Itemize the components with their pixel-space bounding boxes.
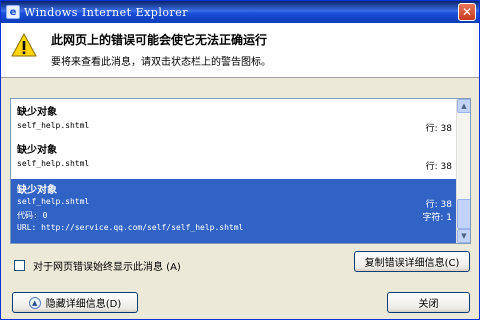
error-char: 字符: 1: [422, 213, 452, 223]
dialog-heading: 此网页上的错误可能会使它无法正确运行: [51, 33, 268, 47]
copy-details-button[interactable]: 复制错误详细信息(C): [354, 251, 470, 272]
error-file: self_help.shtml: [17, 159, 90, 168]
close-label: 关闭: [418, 299, 439, 310]
ie-icon: e: [6, 5, 20, 19]
hide-details-button[interactable]: ▲ 隐藏详细信息(D): [12, 292, 138, 313]
scroll-up-icon[interactable]: ▲: [457, 99, 470, 113]
title-bar[interactable]: e Windows Internet Explorer ✕: [1, 1, 479, 23]
dialog-header: 此网页上的错误可能会使它无法正确运行 要将来查看此消息，请双击状态栏上的警告图标…: [1, 23, 479, 77]
close-icon: ✕: [461, 5, 473, 19]
error-item[interactable]: 缺少对象 self_help.shtml 行: 38: [11, 101, 458, 139]
window-title: Windows Internet Explorer: [24, 5, 189, 19]
copy-details-label: 复制错误详细信息(C): [364, 258, 460, 269]
close-button[interactable]: 关闭: [387, 292, 470, 313]
error-category: 缺少对象: [17, 107, 57, 118]
error-file: self_help.shtml: [17, 121, 90, 130]
error-item[interactable]: 缺少对象 self_help.shtml 行: 38: [11, 139, 458, 177]
dialog-subheading: 要将来查看此消息，请双击状态栏上的警告图标。: [51, 57, 271, 68]
scroll-thumb[interactable]: [457, 199, 470, 229]
error-item-selected[interactable]: 缺少对象 self_help.shtml 行: 38 代码: 0 字符: 1 U…: [11, 179, 458, 243]
always-show-option[interactable]: 对于网页错误始终显示此消息 (A): [14, 258, 181, 273]
scroll-down-icon[interactable]: ▼: [457, 229, 470, 243]
error-line: 行: 38: [425, 124, 452, 134]
header-divider: [1, 77, 479, 78]
error-details-list[interactable]: 缺少对象 self_help.shtml 行: 38 缺少对象 self_hel…: [10, 98, 471, 244]
error-category: 缺少对象: [17, 145, 57, 156]
error-line: 行: 38: [425, 162, 452, 172]
close-window-button[interactable]: ✕: [458, 3, 476, 21]
error-category: 缺少对象: [17, 185, 57, 196]
warning-icon: [11, 33, 37, 57]
error-line: 行: 38: [425, 200, 452, 210]
error-url: URL: http://service.qq.com/self/self_hel…: [17, 223, 244, 232]
error-file: self_help.shtml: [17, 197, 90, 206]
error-code: 代码: 0: [17, 211, 48, 220]
hide-details-label: 隐藏详细信息(D): [45, 299, 122, 310]
vertical-scrollbar[interactable]: ▲ ▼: [456, 99, 470, 243]
collapse-arrow-icon: ▲: [28, 296, 41, 309]
always-show-label: 对于网页错误始终显示此消息 (A): [33, 262, 181, 273]
always-show-checkbox[interactable]: [14, 260, 25, 271]
error-dialog: e Windows Internet Explorer ✕ 此网页上的错误可能会…: [0, 0, 480, 320]
